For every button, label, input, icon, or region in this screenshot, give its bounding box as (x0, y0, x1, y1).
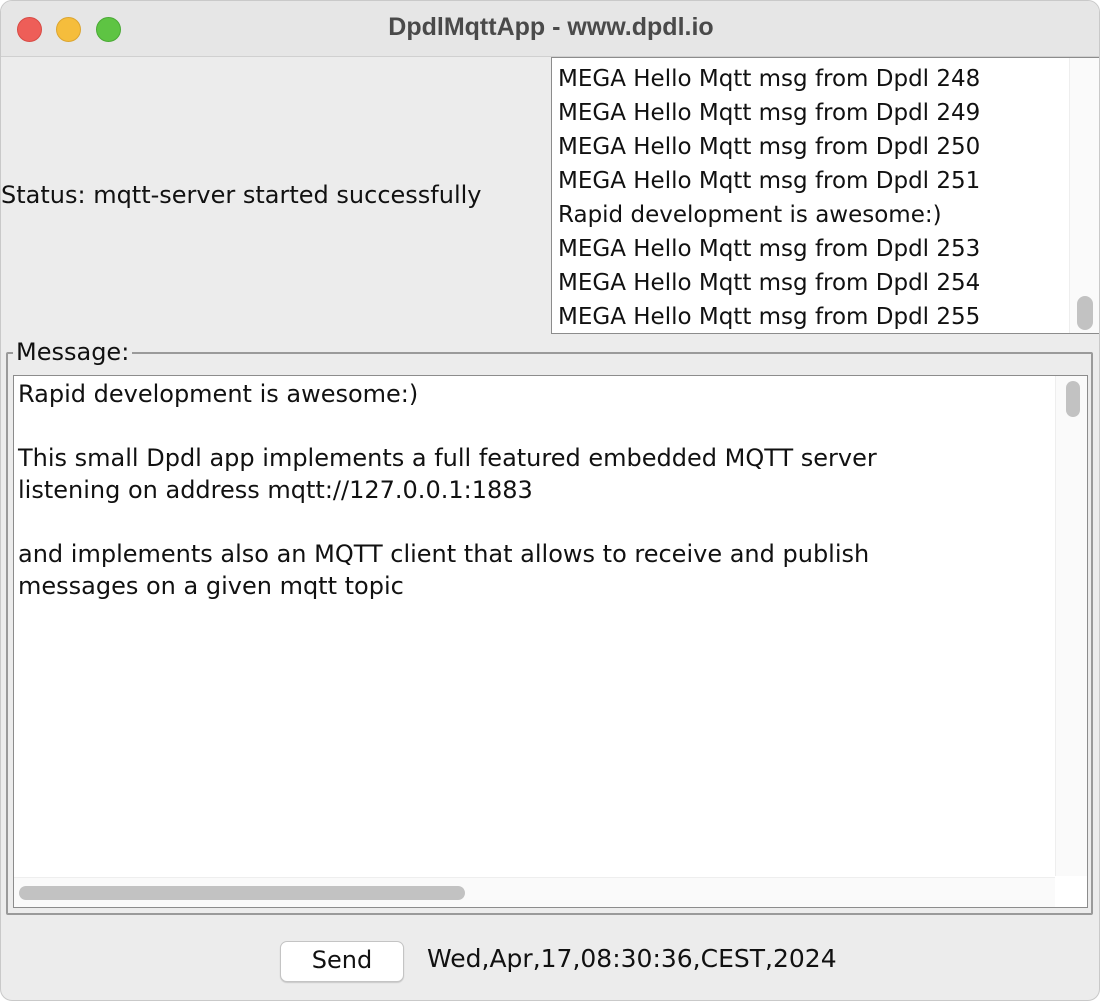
message-log-list[interactable]: MEGA Hello Mqtt msg from Dpdl 248 MEGA H… (551, 57, 1099, 334)
log-vertical-scrollbar[interactable] (1069, 58, 1099, 333)
message-vertical-scrollbar[interactable] (1055, 376, 1087, 876)
message-line: Rapid development is awesome:) (18, 380, 419, 408)
send-button[interactable]: Send (280, 941, 404, 982)
message-line: messages on a given mqtt topic (18, 572, 404, 600)
log-line: MEGA Hello Mqtt msg from Dpdl 255 (558, 304, 981, 330)
message-line: and implements also an MQTT client that … (18, 540, 870, 568)
message-text-area[interactable]: Rapid development is awesome:) This smal… (13, 375, 1088, 908)
message-line: This small Dpdl app implements a full fe… (18, 444, 877, 472)
status-label: Status: mqtt-server started successfully (1, 181, 482, 209)
log-scrollbar-thumb[interactable] (1077, 296, 1093, 330)
title-bar[interactable]: DpdlMqttApp - www.dpdl.io (1, 1, 1099, 57)
message-horizontal-scrollbar[interactable] (14, 877, 1055, 907)
message-vscroll-thumb[interactable] (1066, 381, 1080, 417)
log-line: MEGA Hello Mqtt msg from Dpdl 250 (558, 134, 981, 160)
log-line: Rapid development is awesome:) (558, 202, 942, 228)
log-line: MEGA Hello Mqtt msg from Dpdl 251 (558, 168, 981, 194)
app-window: DpdlMqttApp - www.dpdl.io Status: mqtt-s… (0, 0, 1100, 1001)
log-line: MEGA Hello Mqtt msg from Dpdl 254 (558, 270, 981, 296)
datetime-label: Wed,Apr,17,08:30:36,CEST,2024 (427, 944, 837, 973)
log-line: MEGA Hello Mqtt msg from Dpdl 249 (558, 100, 981, 126)
window-title: DpdlMqttApp - www.dpdl.io (388, 13, 714, 41)
message-hscroll-thumb[interactable] (19, 886, 465, 900)
message-line: listening on address mqtt://127.0.0.1:18… (18, 476, 533, 504)
log-line: MEGA Hello Mqtt msg from Dpdl 253 (558, 236, 981, 262)
message-label: Message: (13, 338, 133, 366)
log-line: MEGA Hello Mqtt msg from Dpdl 248 (558, 66, 981, 92)
